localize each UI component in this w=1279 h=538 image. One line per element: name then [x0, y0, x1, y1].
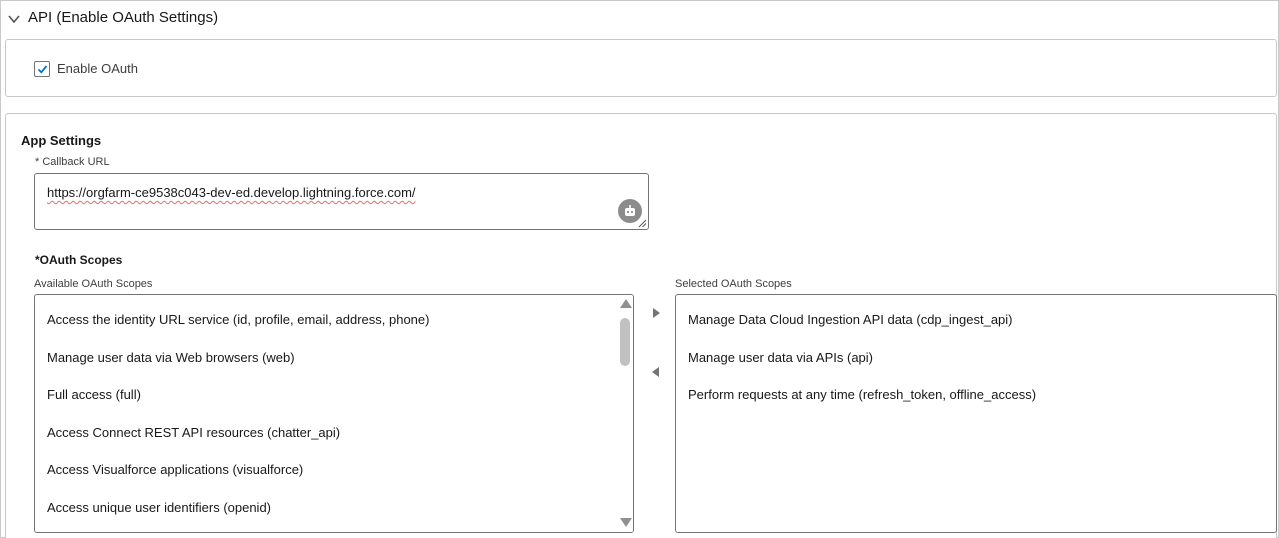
list-item[interactable]: Access unique user identifiers (openid) — [47, 500, 271, 515]
move-left-icon[interactable] — [649, 364, 663, 380]
list-item[interactable]: Access the identity URL service (id, pro… — [47, 312, 429, 327]
callback-url-value[interactable]: https://orgfarm-ce9538c043-dev-ed.develo… — [47, 185, 416, 200]
callback-url-label-text: Callback URL — [42, 156, 110, 168]
list-item[interactable]: Access Connect REST API resources (chatt… — [47, 425, 340, 440]
scroll-up-icon[interactable] — [620, 299, 632, 308]
enable-oauth-box: Enable OAuth — [5, 39, 1277, 97]
section-header[interactable]: API (Enable OAuth Settings) — [1, 1, 1278, 37]
required-mark: * — [35, 156, 40, 168]
callback-url-label: * Callback URL — [35, 156, 110, 168]
scroll-down-icon[interactable] — [620, 518, 632, 527]
oauth-scopes-title-text: OAuth Scopes — [39, 253, 123, 267]
list-item[interactable]: Access Visualforce applications (visualf… — [47, 462, 303, 477]
oauth-scopes-title: *OAuth Scopes — [35, 253, 122, 267]
callback-url-textarea[interactable]: https://orgfarm-ce9538c043-dev-ed.develo… — [34, 173, 649, 230]
list-item[interactable]: Manage Data Cloud Ingestion API data (cd… — [688, 312, 1013, 327]
resize-grip-icon[interactable] — [638, 219, 647, 228]
chevron-down-icon[interactable] — [7, 12, 21, 26]
app-settings-title: App Settings — [21, 133, 102, 148]
available-scopes-label: Available OAuth Scopes — [34, 278, 153, 290]
selected-scopes-list[interactable]: Manage Data Cloud Ingestion API data (cd… — [675, 294, 1277, 533]
list-item[interactable]: Manage user data via Web browsers (web) — [47, 350, 295, 365]
list-item[interactable]: Full access (full) — [47, 387, 141, 402]
app-settings-box: App Settings * Callback URL https://orgf… — [5, 113, 1277, 538]
enable-oauth-checkbox[interactable] — [34, 61, 50, 77]
move-right-icon[interactable] — [649, 305, 663, 321]
oauth-settings-panel: API (Enable OAuth Settings) Enable OAuth… — [0, 0, 1279, 538]
section-title: API (Enable OAuth Settings) — [28, 9, 219, 26]
scrollbar[interactable] — [617, 295, 633, 532]
list-item[interactable]: Perform requests at any time (refresh_to… — [688, 387, 1036, 402]
available-scopes-list[interactable]: Access the identity URL service (id, pro… — [34, 294, 634, 533]
checkmark-icon — [37, 65, 48, 74]
selected-scopes-label: Selected OAuth Scopes — [675, 278, 792, 290]
enable-oauth-label[interactable]: Enable OAuth — [57, 61, 138, 76]
scroll-thumb[interactable] — [620, 318, 630, 366]
list-item[interactable]: Manage user data via APIs (api) — [688, 350, 873, 365]
